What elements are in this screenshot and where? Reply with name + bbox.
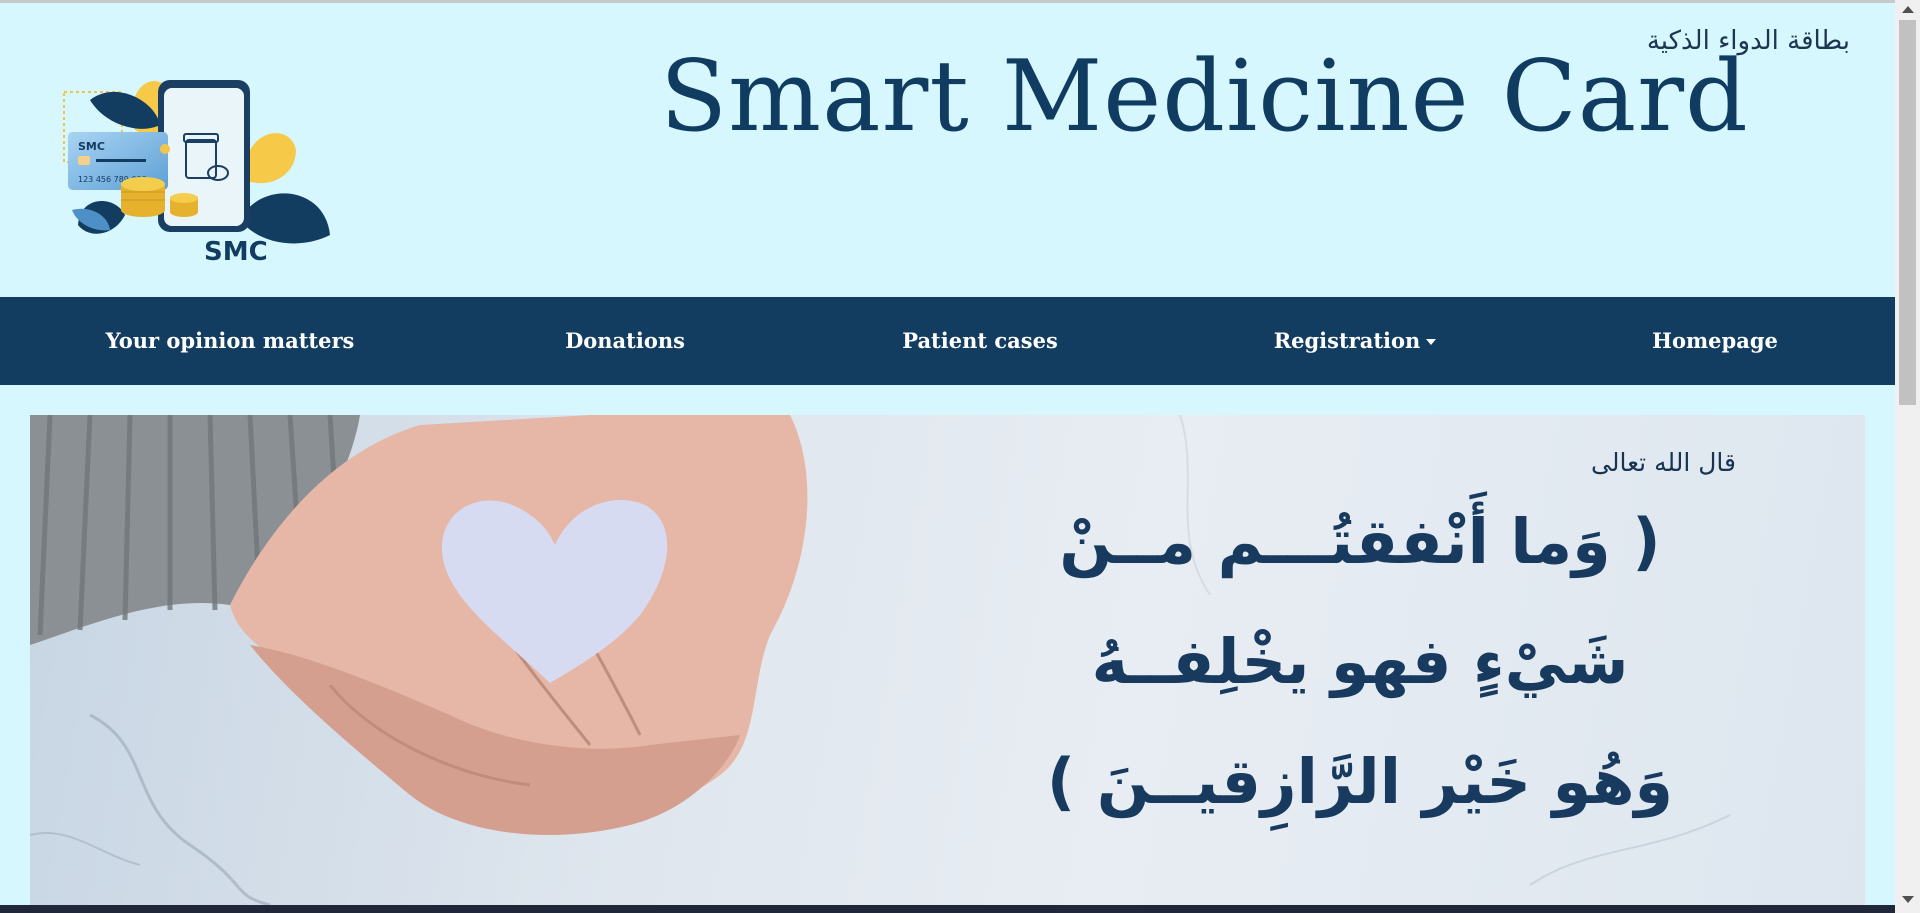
arabic-site-name: بطاقة الدواء الذكية (1646, 26, 1850, 56)
site-title: Smart Medicine Card (660, 40, 1749, 154)
nav-your-opinion-matters[interactable]: Your opinion matters (100, 297, 360, 385)
caret-down-icon (1426, 339, 1437, 345)
verse-line-3: وَهُو خَيْر الرَّازِقيــنَ ) (1046, 745, 1674, 818)
nav-registration-dropdown[interactable]: Registration (1240, 297, 1470, 385)
svg-text:SMC: SMC (204, 237, 268, 267)
scroll-down-arrow-icon[interactable] (1902, 896, 1914, 903)
nav-donations[interactable]: Donations (530, 297, 720, 385)
browser-top-edge (0, 0, 1920, 3)
verse-line-2: شَيْءٍ فهو يخْلِفــهُ (1091, 625, 1629, 698)
nav-patient-cases[interactable]: Patient cases (880, 297, 1080, 385)
scroll-up-arrow-icon[interactable] (1902, 6, 1914, 13)
scrollbar-thumb[interactable] (1899, 20, 1916, 405)
taskbar-edge (0, 905, 1895, 913)
nav-homepage[interactable]: Homepage (1620, 297, 1810, 385)
verse-line-1: ( وَما أَنْفقتُـــم مــنْ (1059, 505, 1661, 578)
smc-logo-icon[interactable]: SMC 123 456 789 000 SMC (60, 60, 340, 270)
main-navbar: Your opinion matters Donations Patient c… (0, 297, 1895, 385)
svg-text:SMC: SMC (78, 140, 105, 153)
verse-intro: قال الله تعالى (1591, 448, 1736, 477)
